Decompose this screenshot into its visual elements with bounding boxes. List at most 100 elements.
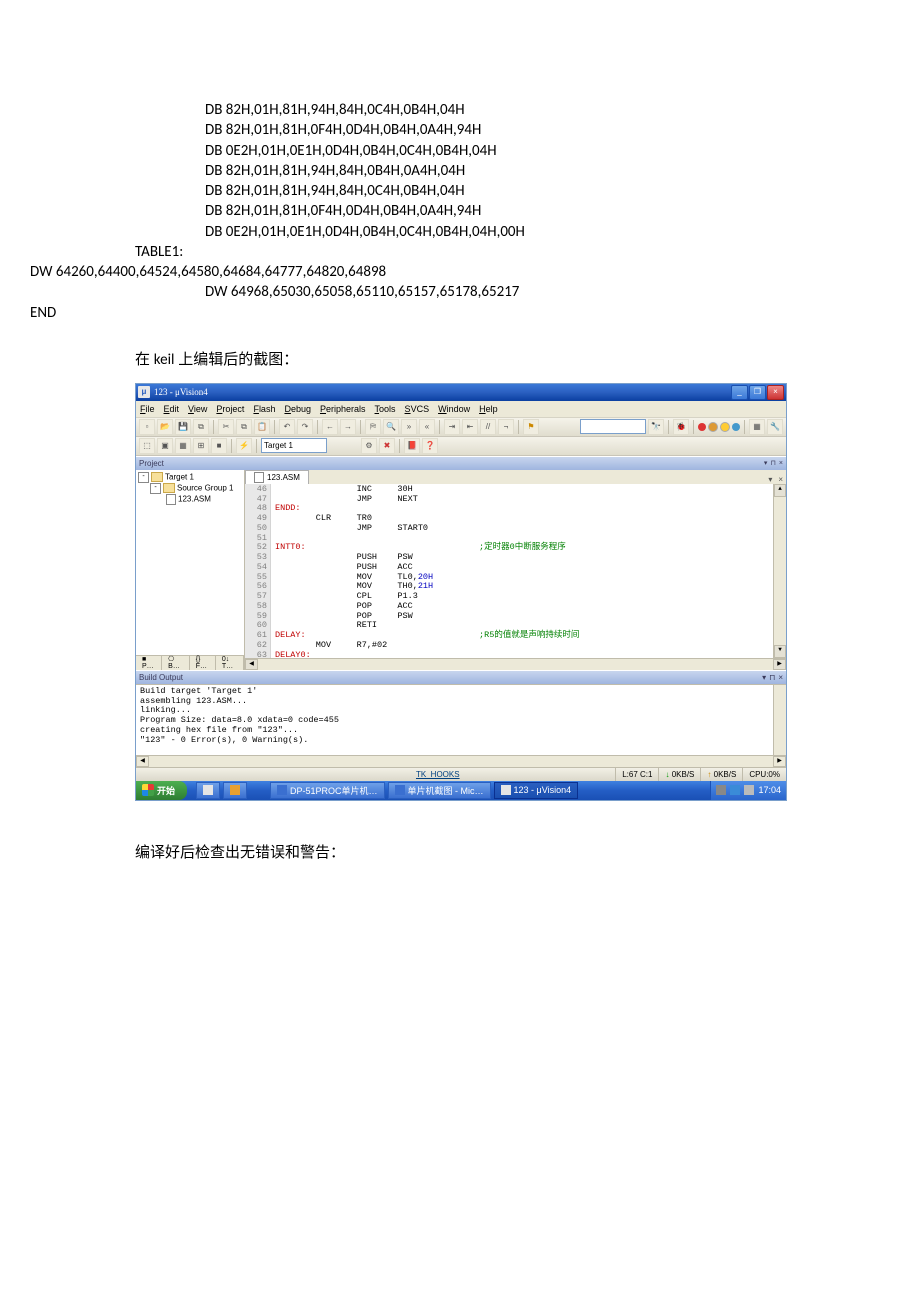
menu-view[interactable]: View [188,404,207,414]
stop-build-icon[interactable]: ■ [211,438,227,454]
menu-tools[interactable]: Tools [375,404,396,414]
menu-flash[interactable]: Flash [253,404,275,414]
indent-icon[interactable]: ⇥ [444,419,460,435]
sidebar-tab[interactable]: ⎔ B… [162,656,190,670]
close-button[interactable]: × [767,385,784,400]
vertical-scrollbar[interactable]: ▲ ▼ [773,484,786,658]
maximize-button[interactable]: ❐ [749,385,766,400]
menu-file[interactable]: File [140,404,155,414]
panel-pin-icon[interactable]: ⊓ [770,459,775,467]
scroll-up-icon[interactable]: ▲ [774,484,786,497]
uncomment-icon[interactable]: ¬ [498,419,514,435]
sidebar-tab[interactable]: 0↓ T… [216,656,244,670]
panel-close-icon[interactable]: × [779,460,783,467]
batch-build-icon[interactable]: ⊞ [193,438,209,454]
scroll-right-icon[interactable]: ▶ [773,659,786,670]
tab-close-icon[interactable]: × [775,475,786,484]
binoculars-icon[interactable]: 🔭 [648,419,664,435]
translate-icon[interactable]: ⬚ [139,438,155,454]
tray-shield-icon[interactable] [730,785,740,795]
tray-volume-icon[interactable] [744,785,754,795]
sidebar-tab[interactable]: ■ P… [136,656,162,670]
nav-back-icon[interactable]: ← [322,419,338,435]
open-file-icon[interactable]: 📂 [157,419,173,435]
toolbar-main: ▫ 📂 💾 ⧉ ✂ ⧉ 📋 ↶ ↷ ← → ⛿ 🔍 » « ⇥ ⇤ // ¬ ⚑ [136,418,786,437]
menu-project[interactable]: Project [216,404,244,414]
caption-keil: 在 keil 上编辑后的截图： [0,348,920,369]
build-close-icon[interactable]: × [778,673,783,682]
find-icon[interactable]: 🔍 [383,419,399,435]
tools-icon[interactable]: 🔧 [767,419,783,435]
save-all-icon[interactable]: ⧉ [193,419,209,435]
download-icon[interactable]: ⚡ [236,438,252,454]
window-titlebar: μ 123 - μVision4 _ ❐ × [136,384,786,401]
taskbar-app-2[interactable] [223,782,247,799]
target-combo[interactable]: Target 1 [261,438,327,453]
taskbar-item-2[interactable]: 单片机截图 - Mic… [388,782,491,799]
build-output[interactable]: Build target 'Target 1'assembling 123.AS… [136,684,786,755]
project-tree[interactable]: -Target 1 -Source Group 1 123.ASM [136,470,244,655]
scroll-left-icon[interactable]: ◀ [245,659,258,670]
status-link[interactable]: TK_HOOKS [136,770,615,779]
sidebar-tab[interactable]: {} F… [190,656,216,670]
scroll-down-icon[interactable]: ▼ [774,645,786,658]
tray-clock[interactable]: 17:04 [758,785,781,795]
asm-code-block: DB 82H,01H,81H,94H,84H,0C4H,0B4H,04HDB 8… [0,100,920,323]
minimize-button[interactable]: _ [731,385,748,400]
save-icon[interactable]: 💾 [175,419,191,435]
comment-icon[interactable]: // [480,419,496,435]
menu-window[interactable]: Window [438,404,470,414]
nav-fwd-icon[interactable]: → [340,419,356,435]
system-tray[interactable]: 17:04 [710,781,786,800]
config-icon[interactable]: ⚑ [523,419,539,435]
taskbar-app-1[interactable] [196,782,220,799]
taskbar-item-active[interactable]: 123 - μVision4 [494,782,579,799]
menu-edit[interactable]: Edit [164,404,180,414]
manage-icon[interactable]: ✖ [379,438,395,454]
cut-icon[interactable]: ✂ [218,419,234,435]
keil-screenshot: μ 123 - μVision4 _ ❐ × File Edit View Proje… [135,383,787,801]
asm-file-icon [166,494,176,505]
sidebar-tabs[interactable]: ■ P…⎔ B…{} F…0↓ T… [136,655,244,670]
books-icon[interactable]: 📕 [404,438,420,454]
panel-dropdown-icon[interactable]: ▾ [764,459,768,467]
menu-debug[interactable]: Debug [284,404,311,414]
menu-svcs[interactable]: SVCS [405,404,430,414]
horizontal-scrollbar[interactable]: ◀ ▶ [245,658,786,670]
outdent-icon[interactable]: ⇤ [462,419,478,435]
search-combo[interactable] [580,419,646,434]
find-next-icon[interactable]: » [401,419,417,435]
toolbar-build: ⬚ ▣ ▦ ⊞ ■ ⚡ Target 1 ⚙ ✖ 📕 ❓ [136,437,786,456]
undo-icon[interactable]: ↶ [279,419,295,435]
paste-icon[interactable]: 📋 [254,419,270,435]
word-icon [277,785,287,795]
window-icon[interactable]: ▦ [749,419,765,435]
rebuild-icon[interactable]: ▦ [175,438,191,454]
build-icon[interactable]: ▣ [157,438,173,454]
build-vscroll[interactable] [773,685,786,755]
redo-icon[interactable]: ↷ [297,419,313,435]
copy-icon[interactable]: ⧉ [236,419,252,435]
taskbar-item-1[interactable]: DP-51PROC单片机… [270,782,385,799]
code-area[interactable]: INC 30H JMP NEXTENDD: CLR TR0 JMP START0… [271,484,773,658]
group-folder-icon [163,483,175,493]
code-editor[interactable]: 4647484950515253545556575859606162636465… [245,484,786,658]
find-prev-icon[interactable]: « [419,419,435,435]
options-icon[interactable]: ⚙ [361,438,377,454]
new-file-icon[interactable]: ▫ [139,419,155,435]
build-output-header: Build Output ▾ ⊓ × [136,670,786,684]
menu-peripherals[interactable]: Peripherals [320,404,366,414]
editor-tab-active[interactable]: 123.ASM [245,470,309,484]
build-hscroll[interactable]: ◀ ▶ [136,755,786,767]
build-dropdown-icon[interactable]: ▾ [762,673,766,682]
debug-icon[interactable]: 🐞 [673,419,689,435]
bookmark-icon[interactable]: ⛿ [365,419,381,435]
tray-icon-1[interactable] [716,785,726,795]
menu-help[interactable]: Help [479,404,498,414]
help-icon[interactable]: ❓ [422,438,438,454]
tab-dropdown-icon[interactable]: ▾ [765,475,775,484]
word-icon [395,785,405,795]
build-pin-icon[interactable]: ⊓ [769,673,775,682]
editor-tabs: 123.ASM ▾ × [245,470,786,484]
start-button[interactable]: 开始 [136,781,187,800]
